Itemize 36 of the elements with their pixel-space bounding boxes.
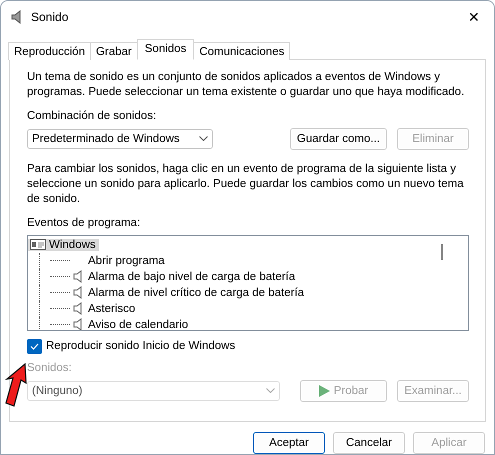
tab[interactable]: Comunicaciones (193, 42, 290, 60)
check-icon (30, 342, 39, 350)
description-text: Para cambiar los sonidos, haga clic en un evento de programa de la siguiente lista y seleccione un sonido para aplicarlo. Puede guardar los cambios como un nuevo tema de sonido. (27, 162, 465, 207)
close-button[interactable]: ✕ (464, 8, 484, 25)
tree-item[interactable]: Asterisco (88, 302, 136, 315)
checkbox-label: Reproducir sonido Inicio de Windows (46, 340, 236, 352)
ok-button[interactable]: Aceptar (253, 432, 325, 454)
field-label: Sonidos: (27, 362, 72, 374)
speaker-icon (73, 302, 83, 316)
speaker-icon (73, 270, 83, 284)
checkbox[interactable] (27, 338, 42, 354)
save-as-button[interactable]: Guardar como... (290, 128, 387, 150)
tree-item[interactable]: Abrir programa (88, 254, 165, 267)
field-label: Combinación de sonidos: (27, 110, 156, 122)
scheme-dropdown[interactable]: Predeterminado de Windows (27, 128, 213, 149)
speaker-icon (73, 286, 83, 300)
arrow-annotation (5, 363, 27, 407)
tree-item[interactable]: Windows (28, 238, 99, 251)
window-icon (30, 239, 46, 250)
cancel-button[interactable]: Cancelar (333, 432, 405, 454)
tab[interactable]: Grabar (90, 42, 138, 60)
chevron-icon (266, 388, 275, 394)
tree-item[interactable]: Aviso de calendario (88, 318, 188, 330)
tab[interactable]: Sonidos (136, 38, 194, 60)
window-title: Sonido (31, 10, 70, 24)
program-events-list[interactable]: Windows Abrir programa Alarma de bajo nivel de carga de batería Alarma de nivel crítico de carga de batería Asterisco Aviso de calendario (27, 234, 469, 331)
tree-item[interactable]: Alarma de bajo nivel de carga de batería (88, 270, 296, 283)
description-text: Un tema de sonido es un conjunto de sonidos aplicados a eventos de Windows y programas. Puede seleccionar un tema existente o guardar uno que haya modificado. (27, 70, 466, 100)
play-icon (318, 384, 330, 397)
speaker-icon (73, 318, 83, 330)
tree-item[interactable]: Alarma de nivel crítico de carga de batería (88, 286, 304, 299)
chevron-icon (199, 136, 208, 142)
scrollbar-thumb[interactable] (441, 244, 443, 260)
tab[interactable]: Reproducción (8, 42, 91, 60)
speaker-icon (11, 10, 23, 24)
field-label: Eventos de programa: (27, 216, 140, 229)
